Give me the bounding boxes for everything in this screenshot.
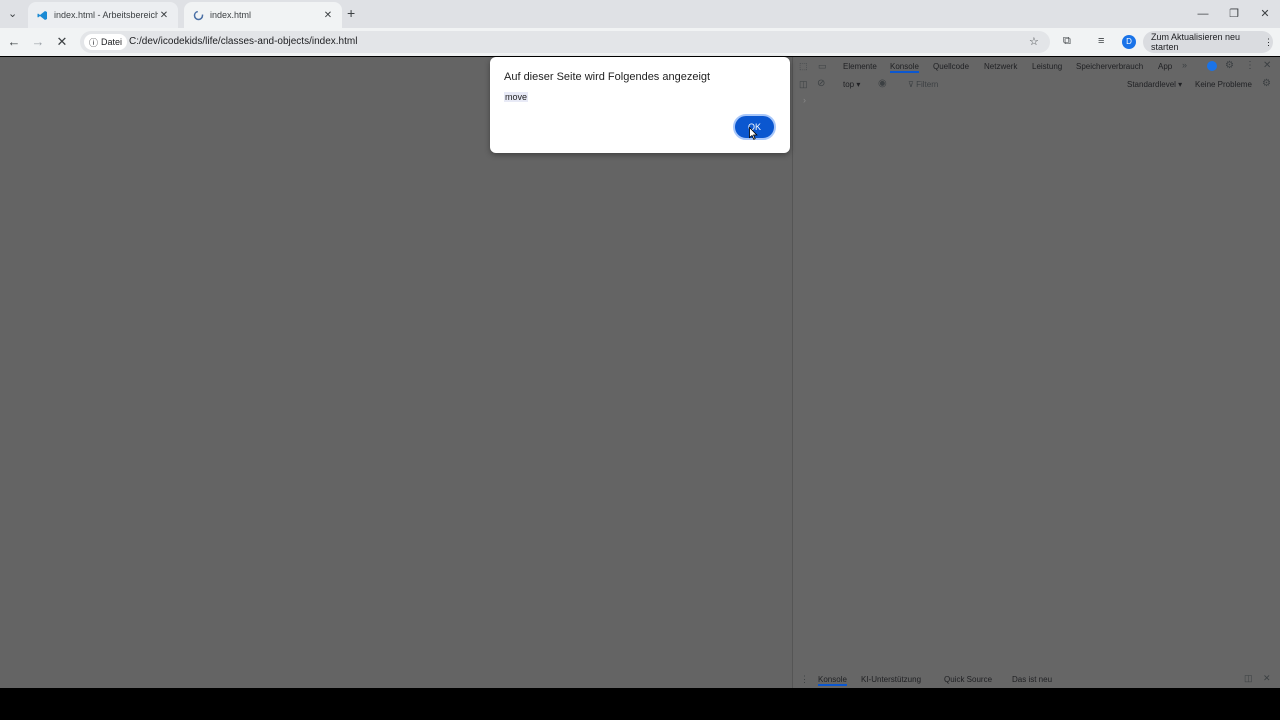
- tab-speicherverbrauch[interactable]: Speicherverbrauch: [1076, 62, 1143, 71]
- log-level-value: Standardlevel: [1127, 80, 1176, 89]
- update-restart-label: Zum Aktualisieren neu starten: [1151, 32, 1241, 52]
- dock-icon[interactable]: ◫: [1244, 673, 1253, 684]
- url-text[interactable]: C:/dev/icodekids/life/classes-and-object…: [129, 36, 357, 47]
- tab-vscode[interactable]: index.html - Arbeitsbereich - Vi ✕: [28, 2, 178, 28]
- bottom-black-bar: [0, 688, 1280, 720]
- live-expression-eye-icon[interactable]: ◉: [878, 78, 887, 89]
- console-prompt[interactable]: ›: [803, 95, 806, 105]
- sidebar-toggle-icon[interactable]: ◫: [799, 79, 808, 90]
- tab-konsole[interactable]: Konsole: [890, 62, 919, 73]
- extensions-icon[interactable]: ⧉: [1063, 35, 1071, 48]
- tab-app[interactable]: App: [1158, 62, 1172, 71]
- update-restart-button[interactable]: Zum Aktualisieren neu starten ⋮: [1143, 31, 1273, 53]
- tab-search-chevron-icon[interactable]: ⌄: [8, 7, 17, 20]
- tab-title: index.html - Arbeitsbereich - Vi: [54, 10, 158, 20]
- close-icon[interactable]: ✕: [158, 10, 170, 21]
- tab-leistung[interactable]: Leistung: [1032, 62, 1062, 71]
- tab-elemente[interactable]: Elemente: [843, 62, 877, 71]
- bookmark-star-icon[interactable]: ☆: [1029, 35, 1039, 48]
- back-arrow-icon[interactable]: ←: [5, 33, 23, 51]
- drawer-tab-konsole[interactable]: Konsole: [818, 675, 847, 686]
- loading-icon: [192, 9, 204, 21]
- drawer-tab-ki[interactable]: KI-Unterstützung: [861, 675, 921, 684]
- filter-input[interactable]: ⊽ Filtern: [908, 80, 938, 89]
- new-tab-button[interactable]: +: [347, 5, 355, 21]
- drawer-menu-icon[interactable]: ⋮: [800, 674, 809, 685]
- close-devtools-icon[interactable]: ✕: [1263, 60, 1271, 71]
- tab-netzwerk[interactable]: Netzwerk: [984, 62, 1017, 71]
- filter-placeholder: Filtern: [916, 80, 939, 89]
- site-info-label: Datei: [101, 37, 123, 47]
- drawer-tab-whats-new[interactable]: Das ist neu: [1012, 675, 1052, 684]
- minimize-icon[interactable]: —: [1193, 6, 1213, 22]
- media-icon[interactable]: ≡: [1098, 35, 1104, 47]
- dropdown-arrow-icon: ▾: [1178, 80, 1183, 89]
- close-icon[interactable]: ✕: [322, 10, 334, 21]
- close-drawer-icon[interactable]: ✕: [1263, 673, 1271, 684]
- issues-counter[interactable]: Keine Probleme: [1195, 80, 1252, 89]
- settings-gear-icon[interactable]: ⚙: [1225, 60, 1234, 71]
- vscode-icon: [36, 9, 48, 21]
- window-close-icon[interactable]: ✕: [1255, 6, 1275, 22]
- profile-avatar[interactable]: D: [1122, 35, 1136, 49]
- ai-assistant-icon[interactable]: [1207, 61, 1217, 71]
- context-select-value: top: [843, 80, 855, 89]
- forward-arrow-icon[interactable]: →: [29, 33, 47, 51]
- more-icon[interactable]: ⋮: [1245, 60, 1255, 71]
- drawer-tab-quick-source[interactable]: Quick Source: [944, 675, 992, 684]
- context-select[interactable]: top ▾: [843, 80, 860, 89]
- filter-icon: ⊽: [908, 80, 917, 89]
- dropdown-arrow-icon: ▾: [856, 80, 861, 89]
- more-tabs-icon[interactable]: »: [1182, 60, 1187, 70]
- dialog-message: move: [504, 92, 529, 102]
- devtools-panel: [793, 57, 1280, 688]
- alert-dialog: Auf dieser Seite wird Folgendes angezeig…: [490, 57, 790, 153]
- tab-title: index.html: [210, 10, 252, 20]
- clear-console-icon[interactable]: ⊘: [817, 78, 825, 89]
- info-icon: ⓘ: [89, 37, 99, 48]
- log-level-select[interactable]: Standardlevel ▾: [1127, 80, 1182, 89]
- tab-index[interactable]: index.html ✕: [184, 2, 342, 28]
- inspect-element-icon[interactable]: ⬚: [799, 61, 808, 72]
- device-toolbar-icon[interactable]: ▭: [818, 61, 827, 72]
- restore-icon[interactable]: ❐: [1224, 6, 1244, 22]
- more-icon[interactable]: ⋮: [1264, 37, 1273, 48]
- console-settings-gear-icon[interactable]: ⚙: [1262, 78, 1271, 89]
- stop-loading-icon[interactable]: ✕: [53, 33, 71, 51]
- mouse-cursor-icon: [749, 126, 758, 143]
- tab-quellcode[interactable]: Quellcode: [933, 62, 969, 71]
- site-info-chip[interactable]: ⓘ Datei: [84, 34, 128, 50]
- dialog-title: Auf dieser Seite wird Folgendes angezeig…: [504, 71, 711, 83]
